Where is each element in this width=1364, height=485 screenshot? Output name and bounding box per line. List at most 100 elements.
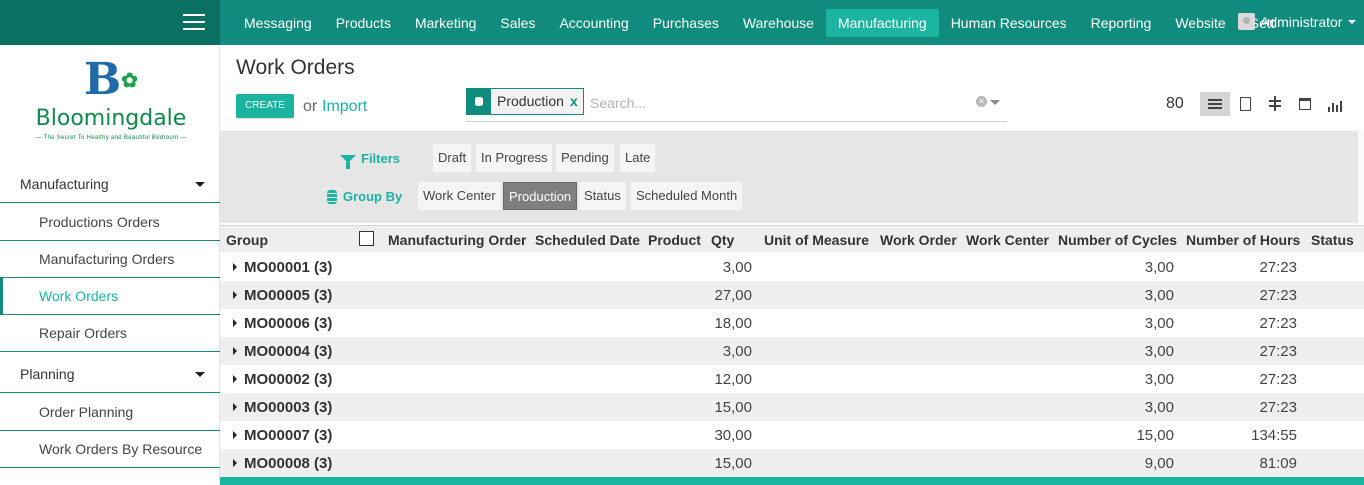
sidebar-item-manufacturing-orders[interactable]: Manufacturing Orders [0, 241, 220, 278]
sidebar-item-order-planning[interactable]: Order Planning [0, 394, 220, 431]
bottom-accent-bar [220, 477, 1364, 485]
hours-total: 81:09 [1259, 455, 1297, 472]
menu-item-manufacturing[interactable]: Manufacturing [825, 8, 939, 37]
hours-total: 27:23 [1259, 343, 1297, 360]
form-view-icon[interactable] [1230, 92, 1260, 116]
caret-right-icon [233, 431, 237, 439]
scrollbar[interactable] [1358, 131, 1364, 223]
menu-item-accounting[interactable]: Accounting [547, 9, 640, 37]
sidebar-item-work-orders[interactable]: Work Orders [0, 278, 220, 315]
table-row[interactable]: MO00007 (3) 30,00 15,00 134:55 [220, 421, 1364, 449]
sidebar-section-planning[interactable]: Planning [0, 355, 220, 393]
clear-icon[interactable]: ✕ [976, 96, 987, 107]
filters-label: Filters [361, 151, 401, 166]
select-all-checkbox[interactable] [359, 231, 374, 246]
qty-total: 3,00 [722, 259, 752, 276]
table-row[interactable]: MO00003 (3) 15,00 3,00 27:23 [220, 393, 1364, 421]
groupby-toggle[interactable]: Group By [327, 189, 402, 204]
search-options-panel: Filters Draft In Progress Pending Late G… [220, 131, 1358, 223]
page-title: Work Orders [236, 56, 355, 79]
col-qty[interactable]: Qty [711, 232, 734, 248]
caret-right-icon [233, 347, 237, 355]
avatar [1238, 13, 1255, 30]
table-row[interactable]: MO00005 (3) 27,00 3,00 27:23 [220, 281, 1364, 309]
col-product[interactable]: Product [648, 232, 701, 248]
search-options-caret-icon[interactable] [990, 100, 1000, 105]
col-number-of-hours[interactable]: Number of Hours [1186, 232, 1300, 248]
qty-total: 12,00 [714, 371, 752, 388]
sidebar-item-productions-orders[interactable]: Productions Orders [0, 204, 220, 241]
main-menu: Messaging Products Marketing Sales Accou… [232, 0, 1276, 45]
menu-item-website[interactable]: Website [1163, 9, 1237, 37]
col-number-of-cycles[interactable]: Number of Cycles [1058, 232, 1177, 248]
menu-item-sales[interactable]: Sales [488, 9, 547, 37]
qty-total: 15,00 [714, 455, 752, 472]
sidebar-item-work-orders-by-resource[interactable]: Work Orders By Resource [0, 431, 220, 468]
facet-remove-button[interactable]: x [570, 89, 583, 114]
list-view-icon[interactable] [1200, 92, 1230, 116]
table-row[interactable]: MO00002 (3) 12,00 3,00 27:23 [220, 365, 1364, 393]
groupby-work-center[interactable]: Work Center [418, 182, 501, 210]
caret-right-icon [233, 459, 237, 467]
groupby-production[interactable]: Production [503, 182, 578, 210]
table-row[interactable]: MO00008 (3) 15,00 9,00 81:09 [220, 449, 1364, 477]
col-scheduled-date[interactable]: Scheduled Date [535, 232, 640, 248]
menu-item-warehouse[interactable]: Warehouse [731, 9, 826, 37]
col-group[interactable]: Group [226, 232, 268, 248]
database-icon [327, 189, 337, 204]
groupby-scheduled-month[interactable]: Scheduled Month [631, 182, 743, 210]
group-label: MO00004 (3) [244, 343, 333, 360]
filter-draft[interactable]: Draft [433, 144, 472, 172]
hours-total: 27:23 [1259, 259, 1297, 276]
logo-mark: B✿ [84, 54, 138, 105]
caret-right-icon [233, 375, 237, 383]
col-work-order[interactable]: Work Order [880, 232, 957, 248]
filter-pending[interactable]: Pending [556, 144, 614, 172]
qty-total: 27,00 [714, 287, 752, 304]
sidebar: B✿ Bloomingdale — The Secret To Healthy … [0, 45, 220, 485]
caret-down-icon [195, 182, 205, 187]
menu-item-marketing[interactable]: Marketing [403, 9, 488, 37]
caret-right-icon [233, 291, 237, 299]
import-link[interactable]: Import [322, 98, 367, 116]
cycles-total: 15,00 [1136, 427, 1174, 444]
menu-item-products[interactable]: Products [324, 9, 403, 37]
filters-toggle[interactable]: Filters [340, 151, 401, 169]
col-status[interactable]: Status [1311, 232, 1354, 248]
table-row[interactable]: MO00004 (3) 3,00 3,00 27:23 [220, 337, 1364, 365]
col-manufacturing-order[interactable]: Manufacturing Order [388, 232, 526, 248]
groupby-status[interactable]: Status [579, 182, 626, 210]
sidebar-item-repair-orders[interactable]: Repair Orders [0, 315, 220, 352]
menu-item-purchases[interactable]: Purchases [641, 9, 731, 37]
graph-view-icon[interactable] [1320, 92, 1350, 116]
col-unit-of-measure[interactable]: Unit of Measure [764, 232, 869, 248]
table-row[interactable]: MO00006 (3) 18,00 3,00 27:23 [220, 309, 1364, 337]
create-button[interactable]: CREATE [236, 94, 294, 118]
table-row[interactable]: MO00001 (3) 3,00 3,00 27:23 [220, 253, 1364, 281]
facet-value: Production [497, 93, 564, 109]
menu-item-messaging[interactable]: Messaging [232, 9, 324, 37]
filter-in-progress[interactable]: In Progress [476, 144, 553, 172]
search-input[interactable] [590, 94, 950, 112]
hours-total: 27:23 [1259, 371, 1297, 388]
sidebar-section-manufacturing[interactable]: Manufacturing [0, 165, 220, 203]
sidebar-section-label: Manufacturing [20, 176, 109, 192]
group-label: MO00005 (3) [244, 287, 333, 304]
menu-item-human-resources[interactable]: Human Resources [939, 9, 1079, 37]
caret-right-icon [233, 263, 237, 271]
menu-item-reporting[interactable]: Reporting [1079, 9, 1164, 37]
calendar-view-icon[interactable] [1290, 92, 1320, 116]
cycles-total: 3,00 [1144, 371, 1174, 388]
record-count[interactable]: 80 [1166, 95, 1184, 113]
user-menu[interactable]: Administrator [1238, 13, 1357, 30]
sidebar-section-label: Planning [20, 366, 75, 382]
pivot-view-icon[interactable] [1260, 92, 1290, 116]
cycles-total: 3,00 [1144, 399, 1174, 416]
group-label: MO00006 (3) [244, 315, 333, 332]
cycles-total: 9,00 [1144, 455, 1174, 472]
logo-tagline: — The Secret To Healthy and Beautiful Be… [35, 135, 187, 141]
col-work-center[interactable]: Work Center [966, 232, 1049, 248]
menu-toggle-icon[interactable] [183, 14, 205, 32]
company-logo[interactable]: B✿ Bloomingdale — The Secret To Healthy … [18, 57, 204, 157]
filter-late[interactable]: Late [620, 144, 656, 172]
